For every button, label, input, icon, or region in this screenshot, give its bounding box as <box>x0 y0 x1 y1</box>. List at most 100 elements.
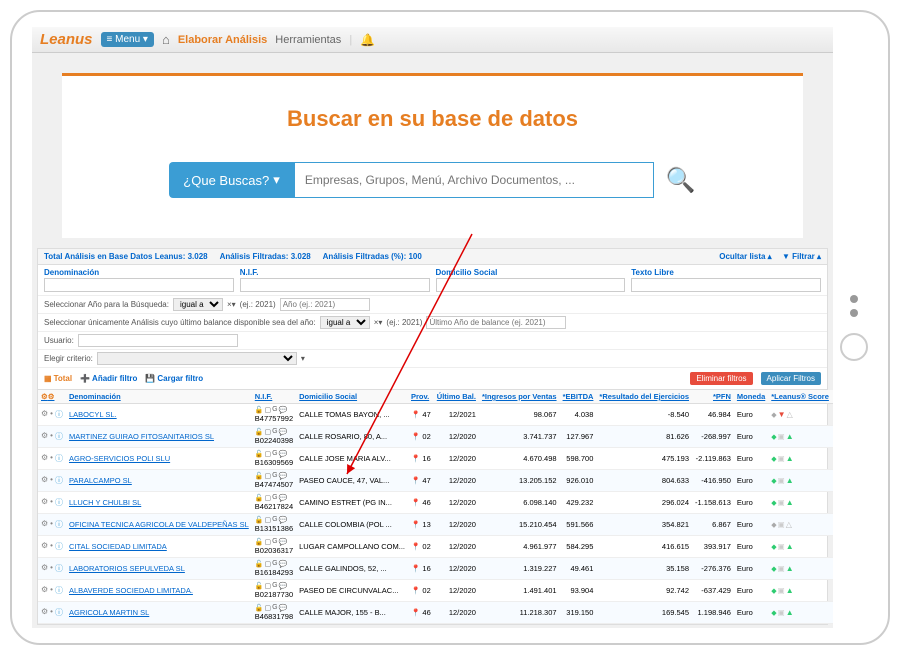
gear-icon[interactable]: ⚙ <box>41 607 48 618</box>
info-icon[interactable]: ⓘ <box>55 563 63 574</box>
col-pfn[interactable]: *PFN <box>692 390 734 404</box>
pin-icon[interactable]: 📍 <box>411 498 420 507</box>
company-link[interactable]: LABOCYL SL. <box>69 410 117 419</box>
chat-icon[interactable]: 💬 <box>279 428 288 436</box>
load-filter-link[interactable]: 💾Cargar filtro <box>145 374 203 383</box>
clear-icon[interactable]: ×▾ <box>227 300 236 309</box>
gear-icon[interactable]: ⚙ <box>41 497 48 508</box>
company-link[interactable]: AGRO-SERVICIOS POLI SLU <box>69 454 170 463</box>
info-icon[interactable]: ⓘ <box>55 431 63 442</box>
card-icon[interactable]: ▢ <box>264 472 271 480</box>
col-fecha-ins[interactable]: Fecha Ins. <box>832 390 833 404</box>
g-icon[interactable]: G <box>272 538 277 546</box>
gear-icon[interactable]: ⚙ <box>41 409 48 420</box>
col-ebitda[interactable]: *EBITDA <box>560 390 597 404</box>
company-link[interactable]: CITAL SOCIEDAD LIMITADA <box>69 542 167 551</box>
g-icon[interactable]: G <box>272 428 277 436</box>
info-icon[interactable]: ⓘ <box>55 497 63 508</box>
chat-icon[interactable]: 💬 <box>279 538 288 546</box>
col-ingresos[interactable]: *Ingresos por Ventas <box>479 390 560 404</box>
pin-icon[interactable]: 📍 <box>411 432 420 441</box>
company-link[interactable]: MARTINEZ GUIRAO FITOSANITARIOS SL <box>69 432 214 441</box>
lock-icon[interactable]: 🔓 <box>255 428 264 436</box>
gear-icon[interactable]: ⚙ <box>41 475 48 486</box>
gear-icon[interactable]: ⚙ <box>41 431 48 442</box>
g-icon[interactable]: G <box>272 516 277 524</box>
bullet-icon[interactable]: • <box>50 431 53 442</box>
pin-icon[interactable]: 📍 <box>411 520 420 529</box>
info-icon[interactable]: ⓘ <box>55 409 63 420</box>
col-score[interactable]: *Leanus® Score <box>768 390 832 404</box>
card-icon[interactable]: ▢ <box>264 428 271 436</box>
info-icon[interactable]: ⓘ <box>55 519 63 530</box>
chat-icon[interactable]: 💬 <box>279 450 288 458</box>
lock-icon[interactable]: 🔓 <box>255 472 264 480</box>
clear-filters-button[interactable]: Eliminar filtros <box>690 372 752 385</box>
filter-denominacion-input[interactable] <box>44 278 234 292</box>
card-icon[interactable]: ▢ <box>264 450 271 458</box>
total-link[interactable]: ▦Total <box>44 374 72 383</box>
lock-icon[interactable]: 🔓 <box>255 494 264 502</box>
filter-nif-input[interactable] <box>240 278 430 292</box>
filter-domicilio-input[interactable] <box>436 278 626 292</box>
nav-herramientas[interactable]: Herramientas <box>275 34 341 46</box>
pin-icon[interactable]: 📍 <box>411 608 420 617</box>
col-prov[interactable]: Prov. <box>408 390 434 404</box>
bell-icon[interactable]: 🔔 <box>360 33 375 47</box>
gear-icon[interactable]: ⚙ <box>48 392 55 401</box>
col-nif[interactable]: N.I.F. <box>252 390 296 404</box>
sel-ano-op[interactable]: igual a <box>173 298 223 311</box>
usuario-input[interactable] <box>78 334 238 347</box>
bullet-icon[interactable]: • <box>50 519 53 530</box>
chat-icon[interactable]: 💬 <box>279 582 288 590</box>
card-icon[interactable]: ▢ <box>264 604 271 612</box>
chat-icon[interactable]: 💬 <box>279 494 288 502</box>
search-input[interactable] <box>294 162 654 198</box>
filter-textolibre-input[interactable] <box>631 278 821 292</box>
apply-filters-button[interactable]: Aplicar Filtros <box>761 372 821 385</box>
ultimo-input[interactable] <box>426 316 566 329</box>
col-moneda[interactable]: Moneda <box>734 390 768 404</box>
pin-icon[interactable]: 📍 <box>411 410 420 419</box>
home-icon[interactable]: ⌂ <box>162 32 170 47</box>
bullet-icon[interactable]: • <box>50 563 53 574</box>
card-icon[interactable]: ▢ <box>264 582 271 590</box>
g-icon[interactable]: G <box>272 494 277 502</box>
pin-icon[interactable]: 📍 <box>411 454 420 463</box>
nav-elaborar[interactable]: Elaborar Análisis <box>178 34 267 46</box>
gear-icon[interactable]: ⚙ <box>41 392 48 401</box>
company-link[interactable]: PARALCAMPO SL <box>69 476 132 485</box>
clear-icon[interactable]: ×▾ <box>374 318 383 327</box>
sel-unica-op[interactable]: igual a <box>320 316 370 329</box>
bullet-icon[interactable]: • <box>50 497 53 508</box>
col-denominacion[interactable]: Denominación <box>66 390 252 404</box>
pin-icon[interactable]: 📍 <box>411 586 420 595</box>
hide-list-link[interactable]: Ocultar lista ▴ <box>719 252 771 261</box>
bullet-icon[interactable]: • <box>50 409 53 420</box>
bullet-icon[interactable]: • <box>50 585 53 596</box>
bullet-icon[interactable]: • <box>50 475 53 486</box>
gear-icon[interactable]: ⚙ <box>41 453 48 464</box>
info-icon[interactable]: ⓘ <box>55 453 63 464</box>
col-resultado[interactable]: *Resultado del Ejercicios <box>596 390 692 404</box>
g-icon[interactable]: G <box>272 582 277 590</box>
bullet-icon[interactable]: • <box>50 607 53 618</box>
menu-button[interactable]: ≡ Menu ▾ <box>101 32 154 47</box>
gear-icon[interactable]: ⚙ <box>41 541 48 552</box>
bullet-icon[interactable]: • <box>50 453 53 464</box>
pin-icon[interactable]: 📍 <box>411 476 420 485</box>
company-link[interactable]: OFICINA TECNICA AGRICOLA DE VALDEPEÑAS S… <box>69 520 249 529</box>
gear-icon[interactable]: ⚙ <box>41 563 48 574</box>
chat-icon[interactable]: 💬 <box>279 406 288 414</box>
chat-icon[interactable]: 💬 <box>279 604 288 612</box>
g-icon[interactable]: G <box>272 604 277 612</box>
lock-icon[interactable]: 🔓 <box>255 450 264 458</box>
gear-icon[interactable]: ⚙ <box>41 585 48 596</box>
card-icon[interactable]: ▢ <box>264 494 271 502</box>
chat-icon[interactable]: 💬 <box>279 560 288 568</box>
g-icon[interactable]: G <box>272 472 277 480</box>
pin-icon[interactable]: 📍 <box>411 542 420 551</box>
company-link[interactable]: ALBAVERDE SOCIEDAD LIMITADA. <box>69 586 193 595</box>
lock-icon[interactable]: 🔓 <box>255 516 264 524</box>
filter-toggle-link[interactable]: ▼ Filtrar ▴ <box>782 252 821 261</box>
